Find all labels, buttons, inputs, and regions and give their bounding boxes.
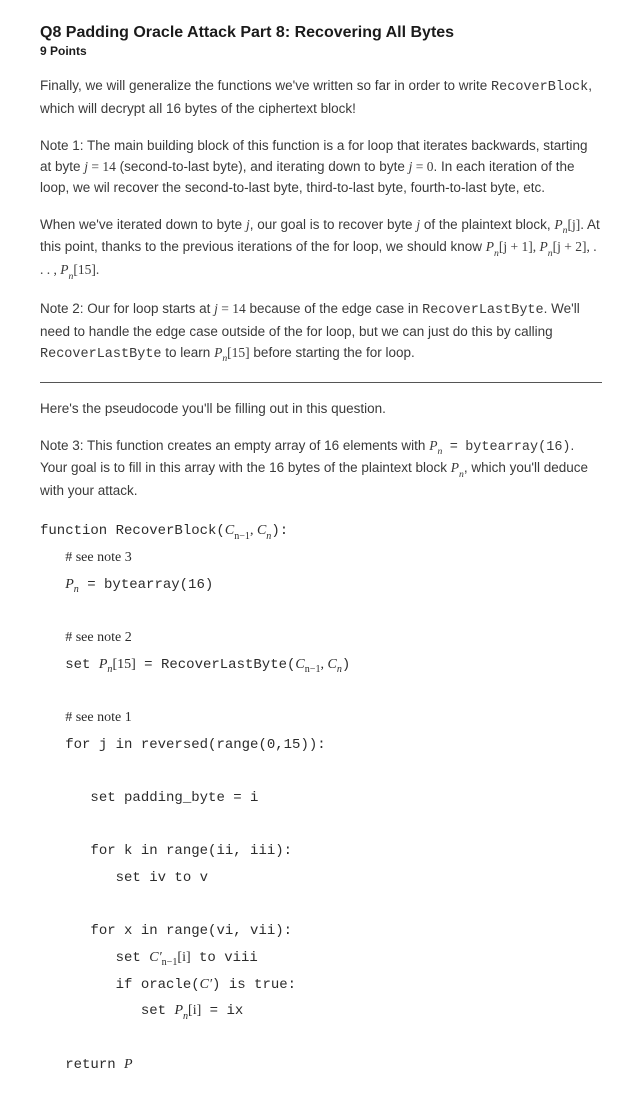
note2-paragraph: Note 2: Our for loop starts at j = 14 be…: [40, 299, 602, 366]
pseudo-intro: Here's the pseudocode you'll be filling …: [40, 399, 602, 420]
code-identifier: RecoverLastByte: [422, 303, 544, 318]
question-container: Q8 Padding Oracle Attack Part 8: Recover…: [0, 0, 642, 1108]
divider: [40, 382, 602, 383]
code-identifier: RecoverBlock: [491, 80, 588, 95]
intro-paragraph: Finally, we will generalize the function…: [40, 76, 602, 120]
pseudocode-block: function RecoverBlock(Cn−1, Cn): # see n…: [40, 518, 602, 1078]
question-title: Q8 Padding Oracle Attack Part 8: Recover…: [40, 24, 602, 42]
code-identifier: RecoverLastByte: [40, 347, 162, 362]
note1-paragraph: Note 1: The main building block of this …: [40, 136, 602, 199]
question-points: 9 Points: [40, 44, 602, 58]
when-paragraph: When we've iterated down to byte j, our …: [40, 215, 602, 283]
note3-paragraph: Note 3: This function creates an empty a…: [40, 436, 602, 503]
code-identifier: bytearray(16): [465, 440, 570, 455]
